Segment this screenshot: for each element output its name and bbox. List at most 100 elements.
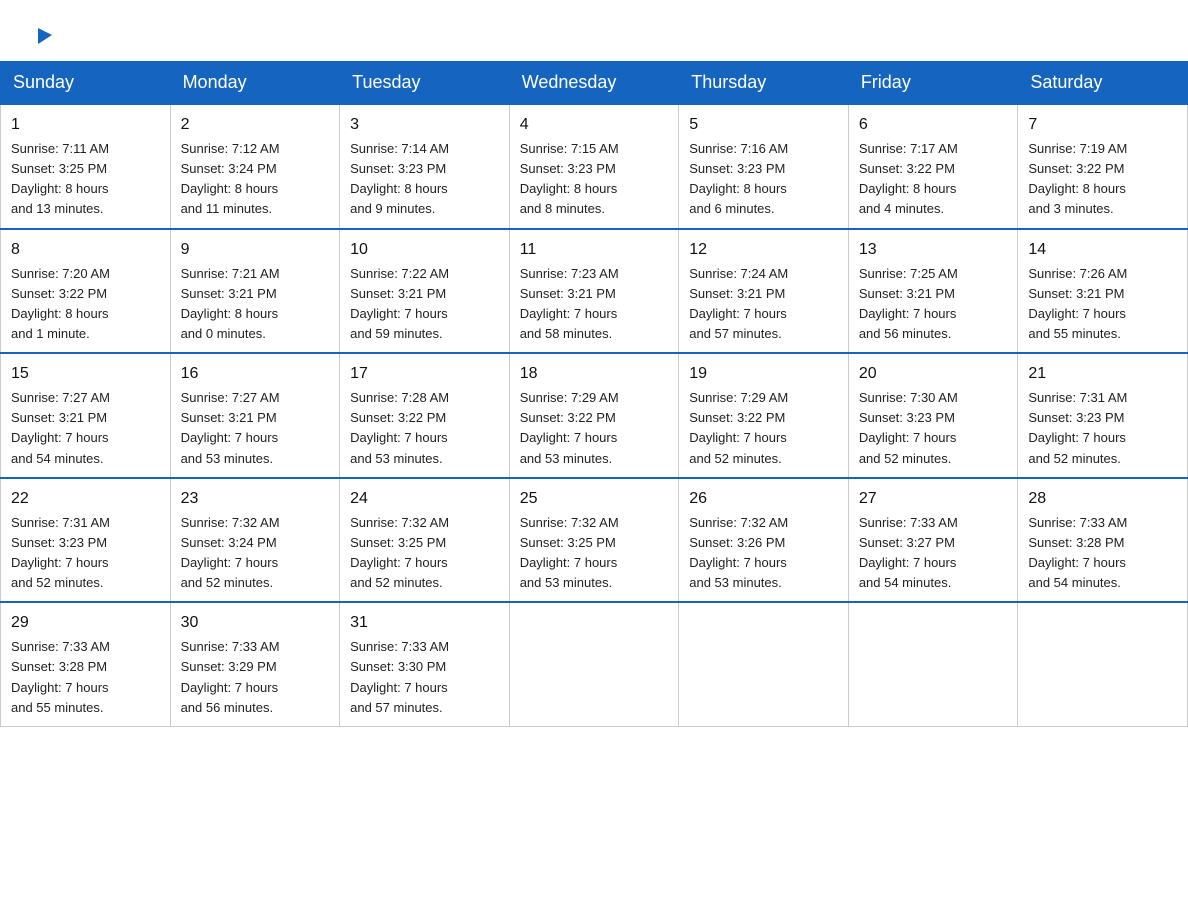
calendar-day-29: 29Sunrise: 7:33 AM Sunset: 3:28 PM Dayli… [1,602,171,726]
calendar-day-22: 22Sunrise: 7:31 AM Sunset: 3:23 PM Dayli… [1,478,171,603]
calendar-day-9: 9Sunrise: 7:21 AM Sunset: 3:21 PM Daylig… [170,229,340,354]
day-number: 16 [181,362,330,386]
day-number: 7 [1028,113,1177,137]
calendar-week-1: 1Sunrise: 7:11 AM Sunset: 3:25 PM Daylig… [1,104,1188,229]
calendar-day-26: 26Sunrise: 7:32 AM Sunset: 3:26 PM Dayli… [679,478,849,603]
day-number: 31 [350,611,499,635]
calendar-day-1: 1Sunrise: 7:11 AM Sunset: 3:25 PM Daylig… [1,104,171,229]
day-number: 12 [689,238,838,262]
day-info: Sunrise: 7:27 AM Sunset: 3:21 PM Dayligh… [11,388,160,469]
day-number: 26 [689,487,838,511]
day-number: 15 [11,362,160,386]
day-info: Sunrise: 7:29 AM Sunset: 3:22 PM Dayligh… [520,388,669,469]
weekday-header-monday: Monday [170,62,340,105]
day-info: Sunrise: 7:20 AM Sunset: 3:22 PM Dayligh… [11,264,160,345]
day-info: Sunrise: 7:17 AM Sunset: 3:22 PM Dayligh… [859,139,1008,220]
day-number: 3 [350,113,499,137]
calendar-week-2: 8Sunrise: 7:20 AM Sunset: 3:22 PM Daylig… [1,229,1188,354]
day-info: Sunrise: 7:21 AM Sunset: 3:21 PM Dayligh… [181,264,330,345]
calendar-day-19: 19Sunrise: 7:29 AM Sunset: 3:22 PM Dayli… [679,353,849,478]
day-info: Sunrise: 7:33 AM Sunset: 3:27 PM Dayligh… [859,513,1008,594]
day-number: 4 [520,113,669,137]
calendar-day-28: 28Sunrise: 7:33 AM Sunset: 3:28 PM Dayli… [1018,478,1188,603]
calendar-day-27: 27Sunrise: 7:33 AM Sunset: 3:27 PM Dayli… [848,478,1018,603]
day-number: 19 [689,362,838,386]
day-number: 1 [11,113,160,137]
day-number: 27 [859,487,1008,511]
page-header [0,0,1188,61]
weekday-header-thursday: Thursday [679,62,849,105]
calendar-day-7: 7Sunrise: 7:19 AM Sunset: 3:22 PM Daylig… [1018,104,1188,229]
calendar-week-5: 29Sunrise: 7:33 AM Sunset: 3:28 PM Dayli… [1,602,1188,726]
calendar-week-4: 22Sunrise: 7:31 AM Sunset: 3:23 PM Dayli… [1,478,1188,603]
calendar-day-16: 16Sunrise: 7:27 AM Sunset: 3:21 PM Dayli… [170,353,340,478]
day-info: Sunrise: 7:15 AM Sunset: 3:23 PM Dayligh… [520,139,669,220]
day-number: 11 [520,238,669,262]
weekday-header-wednesday: Wednesday [509,62,679,105]
calendar-empty-cell [1018,602,1188,726]
calendar-day-18: 18Sunrise: 7:29 AM Sunset: 3:22 PM Dayli… [509,353,679,478]
day-info: Sunrise: 7:25 AM Sunset: 3:21 PM Dayligh… [859,264,1008,345]
calendar-day-13: 13Sunrise: 7:25 AM Sunset: 3:21 PM Dayli… [848,229,1018,354]
day-number: 24 [350,487,499,511]
logo-triangle-icon [34,24,56,46]
day-info: Sunrise: 7:16 AM Sunset: 3:23 PM Dayligh… [689,139,838,220]
day-number: 20 [859,362,1008,386]
day-number: 22 [11,487,160,511]
day-number: 18 [520,362,669,386]
day-info: Sunrise: 7:24 AM Sunset: 3:21 PM Dayligh… [689,264,838,345]
day-info: Sunrise: 7:28 AM Sunset: 3:22 PM Dayligh… [350,388,499,469]
calendar-day-10: 10Sunrise: 7:22 AM Sunset: 3:21 PM Dayli… [340,229,510,354]
day-info: Sunrise: 7:32 AM Sunset: 3:25 PM Dayligh… [520,513,669,594]
day-info: Sunrise: 7:29 AM Sunset: 3:22 PM Dayligh… [689,388,838,469]
day-info: Sunrise: 7:32 AM Sunset: 3:24 PM Dayligh… [181,513,330,594]
calendar-empty-cell [848,602,1018,726]
calendar-day-2: 2Sunrise: 7:12 AM Sunset: 3:24 PM Daylig… [170,104,340,229]
day-number: 29 [11,611,160,635]
day-info: Sunrise: 7:11 AM Sunset: 3:25 PM Dayligh… [11,139,160,220]
day-number: 25 [520,487,669,511]
day-info: Sunrise: 7:19 AM Sunset: 3:22 PM Dayligh… [1028,139,1177,220]
day-info: Sunrise: 7:14 AM Sunset: 3:23 PM Dayligh… [350,139,499,220]
day-info: Sunrise: 7:33 AM Sunset: 3:28 PM Dayligh… [1028,513,1177,594]
calendar-day-5: 5Sunrise: 7:16 AM Sunset: 3:23 PM Daylig… [679,104,849,229]
calendar-table: SundayMondayTuesdayWednesdayThursdayFrid… [0,61,1188,727]
day-info: Sunrise: 7:33 AM Sunset: 3:30 PM Dayligh… [350,637,499,718]
day-number: 10 [350,238,499,262]
day-number: 23 [181,487,330,511]
day-number: 21 [1028,362,1177,386]
day-number: 9 [181,238,330,262]
calendar-day-24: 24Sunrise: 7:32 AM Sunset: 3:25 PM Dayli… [340,478,510,603]
day-info: Sunrise: 7:27 AM Sunset: 3:21 PM Dayligh… [181,388,330,469]
day-info: Sunrise: 7:31 AM Sunset: 3:23 PM Dayligh… [11,513,160,594]
day-info: Sunrise: 7:22 AM Sunset: 3:21 PM Dayligh… [350,264,499,345]
day-number: 30 [181,611,330,635]
calendar-week-3: 15Sunrise: 7:27 AM Sunset: 3:21 PM Dayli… [1,353,1188,478]
weekday-header-tuesday: Tuesday [340,62,510,105]
calendar-day-3: 3Sunrise: 7:14 AM Sunset: 3:23 PM Daylig… [340,104,510,229]
day-info: Sunrise: 7:23 AM Sunset: 3:21 PM Dayligh… [520,264,669,345]
day-number: 6 [859,113,1008,137]
calendar-day-30: 30Sunrise: 7:33 AM Sunset: 3:29 PM Dayli… [170,602,340,726]
weekday-header-sunday: Sunday [1,62,171,105]
calendar-day-12: 12Sunrise: 7:24 AM Sunset: 3:21 PM Dayli… [679,229,849,354]
calendar-day-4: 4Sunrise: 7:15 AM Sunset: 3:23 PM Daylig… [509,104,679,229]
day-info: Sunrise: 7:33 AM Sunset: 3:29 PM Dayligh… [181,637,330,718]
day-info: Sunrise: 7:33 AM Sunset: 3:28 PM Dayligh… [11,637,160,718]
day-number: 13 [859,238,1008,262]
weekday-header-friday: Friday [848,62,1018,105]
calendar-empty-cell [509,602,679,726]
calendar-day-25: 25Sunrise: 7:32 AM Sunset: 3:25 PM Dayli… [509,478,679,603]
calendar-day-31: 31Sunrise: 7:33 AM Sunset: 3:30 PM Dayli… [340,602,510,726]
calendar-day-14: 14Sunrise: 7:26 AM Sunset: 3:21 PM Dayli… [1018,229,1188,354]
day-number: 2 [181,113,330,137]
day-number: 14 [1028,238,1177,262]
logo [32,24,56,51]
calendar-day-6: 6Sunrise: 7:17 AM Sunset: 3:22 PM Daylig… [848,104,1018,229]
day-info: Sunrise: 7:32 AM Sunset: 3:26 PM Dayligh… [689,513,838,594]
calendar-day-15: 15Sunrise: 7:27 AM Sunset: 3:21 PM Dayli… [1,353,171,478]
day-number: 17 [350,362,499,386]
calendar-day-20: 20Sunrise: 7:30 AM Sunset: 3:23 PM Dayli… [848,353,1018,478]
calendar-day-21: 21Sunrise: 7:31 AM Sunset: 3:23 PM Dayli… [1018,353,1188,478]
calendar-day-17: 17Sunrise: 7:28 AM Sunset: 3:22 PM Dayli… [340,353,510,478]
